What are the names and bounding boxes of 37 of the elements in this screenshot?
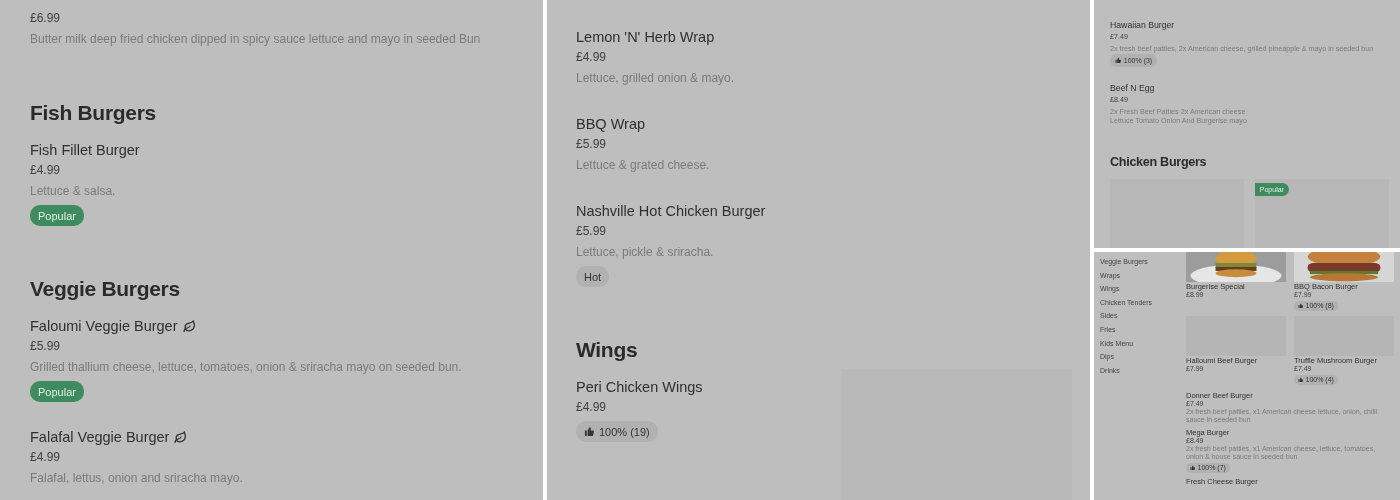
item-description: Falafal, lettus, onion and sriracha mayo.	[30, 470, 243, 487]
item-description: Lettuce, pickle & sriracha.	[576, 244, 714, 261]
item-name[interactable]: Nashville Hot Chicken Burger	[576, 201, 766, 221]
section-heading: Veggie Burgers	[30, 276, 181, 302]
item-description: Lettuce, grilled onion & mayo.	[576, 70, 735, 87]
item-name[interactable]: Falafal Veggie Burger	[30, 427, 170, 447]
item-description: Butter milk deep fried chicken dipped in spicy sauce lettuce and mayo in seeded Bun	[30, 31, 481, 48]
item-name[interactable]: Peri Chicken Wings	[576, 377, 703, 397]
item-price: £5.99	[576, 223, 607, 240]
thumbs-up-icon	[1298, 303, 1304, 309]
item-description: Lettuce & grated cheese.	[576, 157, 710, 174]
popular-badge: Popular	[30, 381, 84, 402]
popular-badge: Popular	[30, 205, 84, 226]
thumbs-up-icon	[1114, 57, 1122, 64]
item-name[interactable]: Lemon 'N' Herb Wrap	[576, 27, 715, 47]
section-heading: Chicken Burgers	[1110, 154, 1208, 172]
section-heading: Wings	[576, 337, 639, 363]
item-price: £6.99	[30, 10, 61, 27]
item-name[interactable]: Beef N Egg	[1110, 82, 1155, 94]
item-price: £4.99	[576, 399, 607, 416]
item-description: Lettuce & salsa.	[30, 183, 116, 200]
item-name[interactable]: Fish Fillet Burger	[30, 140, 140, 160]
item-description: Grilled thallium cheese, lettuce, tomatoes, onion & sriracha mayo on seeded bun.	[30, 359, 462, 376]
tag-badge: Hot	[576, 266, 610, 287]
thumbs-up-icon	[1190, 465, 1196, 471]
item-price: £4.99	[30, 162, 61, 179]
item-name[interactable]: Hawaiian Burger	[1110, 19, 1175, 31]
item-price: £5.99	[576, 136, 607, 153]
thumbs-up-icon	[584, 426, 595, 437]
item-name[interactable]: Faloumi Veggie Burger	[30, 316, 178, 336]
rating-badge: 100% (19)	[576, 421, 658, 442]
thumbs-up-icon	[1298, 377, 1304, 383]
item-price: £4.99	[576, 49, 607, 66]
item-name[interactable]: BBQ Wrap	[576, 114, 646, 134]
section-heading: Fish Burgers	[30, 100, 157, 126]
item-price: £5.99	[30, 338, 61, 355]
item-price: £4.99	[30, 449, 61, 466]
